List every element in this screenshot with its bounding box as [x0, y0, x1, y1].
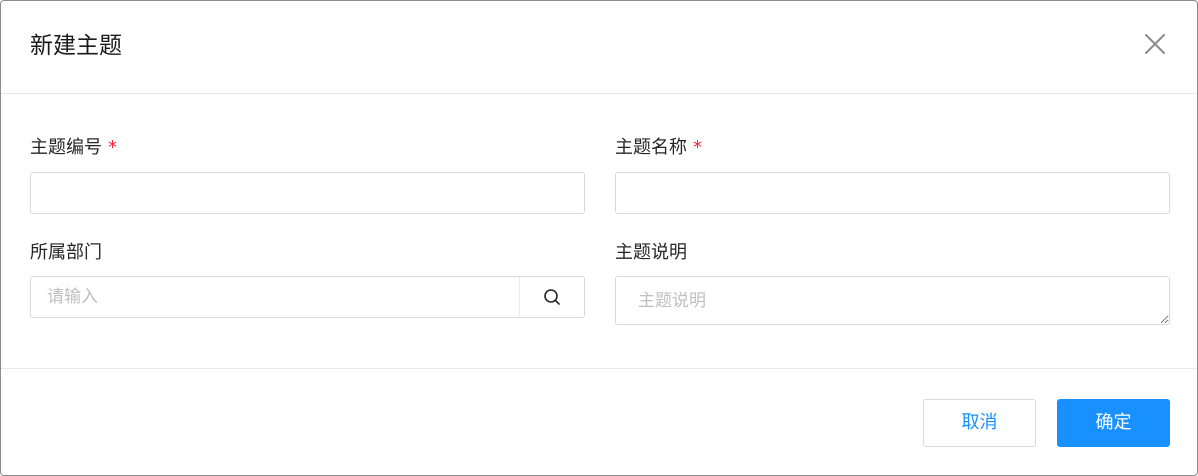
department-search-field: [30, 276, 585, 318]
dialog-header: 新建主题: [1, 1, 1197, 94]
topic-name-input[interactable]: [615, 172, 1170, 214]
department-search-button[interactable]: [519, 277, 585, 317]
confirm-button[interactable]: 确定: [1057, 399, 1170, 447]
dialog-title: 新建主题: [30, 33, 122, 59]
footer-divider: [1, 368, 1197, 369]
topic-code-input[interactable]: [30, 172, 585, 214]
topic-code-label: 主题编号 *: [30, 136, 117, 160]
description-label: 主题说明: [615, 242, 687, 263]
required-mark: *: [693, 137, 702, 158]
create-topic-dialog: 新建主题 主题编号 * 主题名称 * 所属部门 主题说明 取消 确定: [0, 0, 1198, 476]
description-textarea[interactable]: [615, 276, 1170, 325]
topic-name-label: 主题名称 *: [615, 136, 702, 160]
cancel-button[interactable]: 取消: [923, 399, 1036, 447]
topic-code-label-text: 主题编号: [30, 137, 102, 158]
department-input[interactable]: [31, 277, 519, 317]
department-label: 所属部门: [30, 242, 102, 263]
search-icon: [544, 289, 560, 305]
topic-name-label-text: 主题名称: [615, 137, 687, 158]
required-mark: *: [108, 137, 117, 158]
close-icon[interactable]: [1142, 31, 1168, 57]
